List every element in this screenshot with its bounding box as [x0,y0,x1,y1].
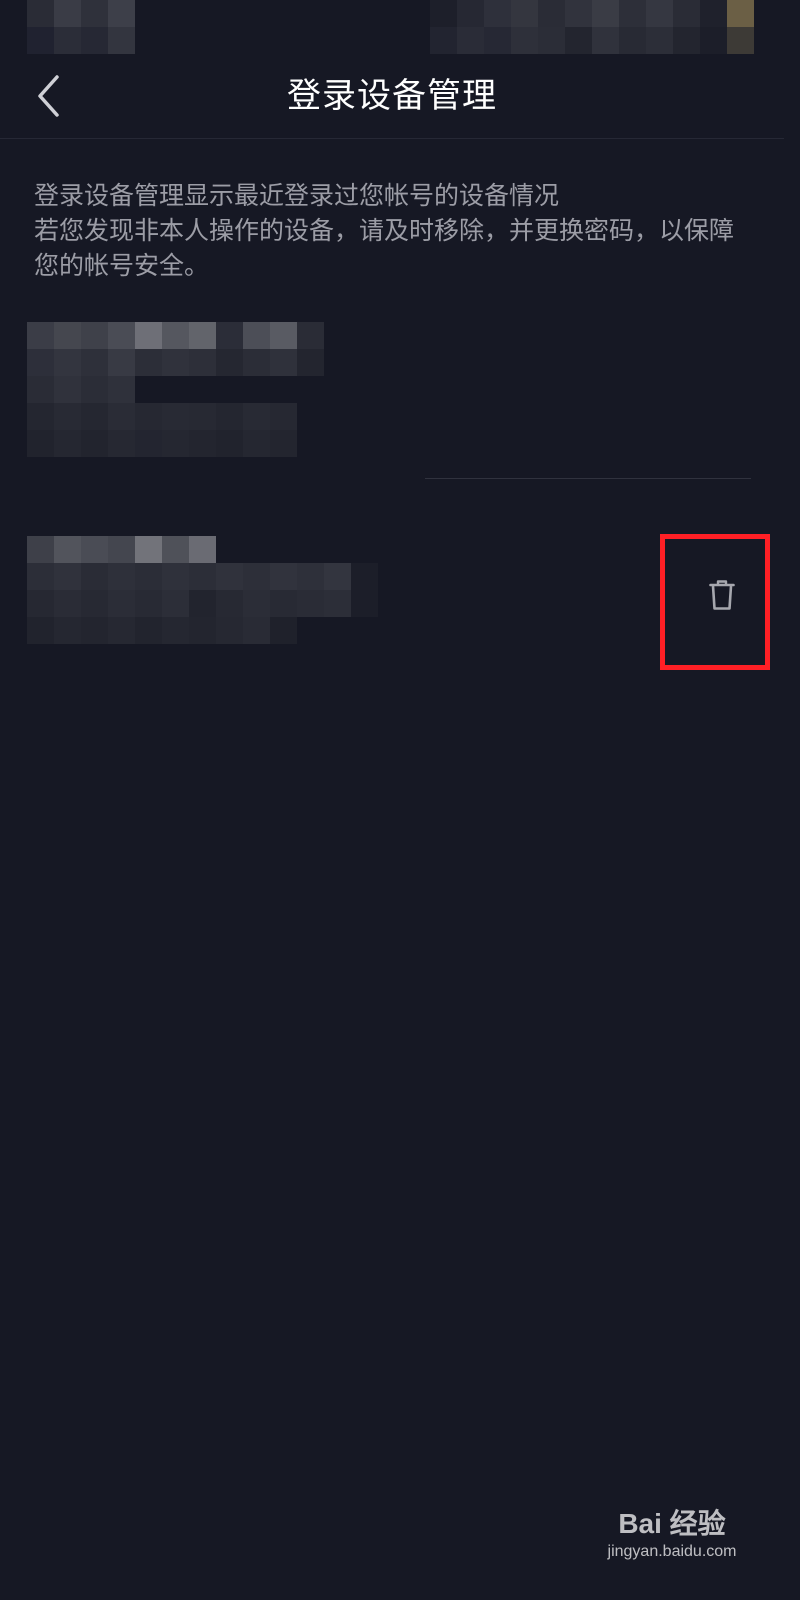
trash-icon [709,579,735,615]
description-line-1: 登录设备管理显示最近登录过您帐号的设备情况 [34,181,560,210]
device-1-info-blur [27,322,324,457]
nav-header: 登录设备管理 [0,54,784,139]
row-divider [425,478,751,479]
watermark-url: jingyan.baidu.com [607,1543,737,1560]
device-2-info-blur [27,536,378,644]
status-bar-left-blur [27,0,135,54]
description-line-2: 若您发现非本人操作的设备，请及时移除，并更换密码，以保障您的帐号安全。 [34,216,735,280]
page-title: 登录设备管理 [287,76,497,116]
status-bar [0,0,784,54]
description: 登录设备管理显示最近登录过您帐号的设备情况 若您发现非本人操作的设备，请及时移除… [34,178,754,283]
device-item-1 [0,322,784,478]
status-bar-right-blur [430,0,754,54]
baidu-jingyan-watermark: Bai 经验 jingyan.baidu.com [602,1506,742,1562]
delete-device-button[interactable] [660,534,770,670]
watermark-brand: Bai 经验 [618,1508,726,1539]
